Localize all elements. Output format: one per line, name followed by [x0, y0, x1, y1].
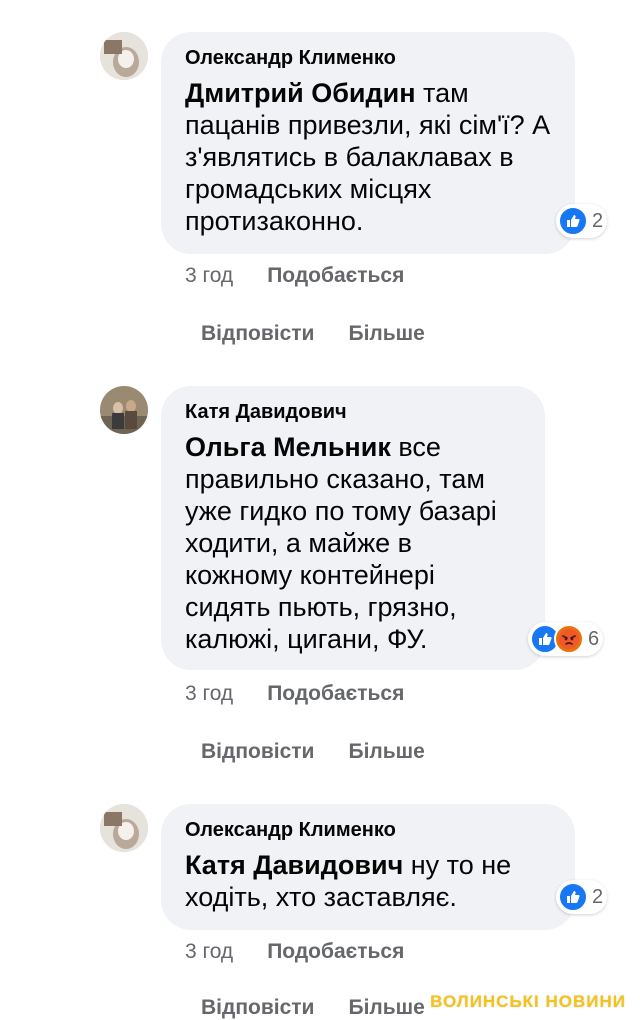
- reply-button[interactable]: Відповісти: [201, 740, 314, 764]
- comment-meta: 3 год Подобається: [185, 264, 404, 288]
- comment-body: все правильно сказано, там уже гидко по …: [185, 432, 497, 654]
- comment-actions: Відповісти Більше: [201, 996, 425, 1020]
- avatar-photo: [100, 386, 148, 434]
- like-button[interactable]: Подобається: [267, 940, 404, 964]
- reply-button[interactable]: Відповісти: [201, 322, 314, 346]
- reactions-summary[interactable]: 2: [556, 880, 608, 914]
- like-button[interactable]: Подобається: [267, 682, 404, 706]
- avatar-photo: [100, 32, 148, 80]
- mention-link[interactable]: Катя Давидович: [185, 850, 403, 880]
- comment-author[interactable]: Олександр Клименко: [185, 45, 553, 71]
- more-button[interactable]: Більше: [348, 996, 424, 1020]
- comment-actions: Відповісти Більше: [201, 322, 425, 346]
- comment-time[interactable]: 3 год: [185, 940, 233, 964]
- reactions-summary[interactable]: 2: [556, 204, 608, 238]
- comment-bubble: Катя Давидович Ольга Мельник все правиль…: [161, 386, 545, 670]
- reaction-count: 6: [588, 627, 600, 650]
- avatar[interactable]: [100, 804, 148, 852]
- mention-link[interactable]: Дмитрий Обидин: [185, 78, 416, 108]
- avatar-photo: [100, 804, 148, 852]
- comment-bubble: Олександр Клименко Катя Давидович ну то …: [161, 804, 575, 930]
- comment-time[interactable]: 3 год: [185, 682, 233, 706]
- comment-text: Дмитрий Обидин там пацанів привезли, які…: [185, 77, 553, 237]
- comment-text: Катя Давидович ну то не ходіть, хто заст…: [185, 849, 553, 913]
- like-icon: [558, 206, 588, 236]
- comment-time[interactable]: 3 год: [185, 264, 233, 288]
- like-icon: [558, 882, 588, 912]
- comment-text: Ольга Мельник все правильно сказано, там…: [185, 431, 523, 655]
- avatar[interactable]: [100, 32, 148, 80]
- more-button[interactable]: Більше: [348, 322, 424, 346]
- angry-icon: [554, 624, 584, 654]
- like-button[interactable]: Подобається: [267, 264, 404, 288]
- comment-author[interactable]: Катя Давидович: [185, 399, 523, 425]
- comment-meta: 3 год Подобається: [185, 682, 404, 706]
- comment-bubble: Олександр Клименко Дмитрий Обидин там па…: [161, 32, 575, 254]
- reaction-count: 2: [592, 885, 604, 908]
- reaction-count: 2: [592, 209, 604, 232]
- comment-actions: Відповісти Більше: [201, 740, 425, 764]
- watermark-logo: ВОЛИНСЬКІ НОВИНИ: [430, 992, 626, 1011]
- reply-button[interactable]: Відповісти: [201, 996, 314, 1020]
- more-button[interactable]: Більше: [348, 740, 424, 764]
- reactions-summary[interactable]: 6: [528, 622, 604, 656]
- comment-author[interactable]: Олександр Клименко: [185, 817, 553, 843]
- mention-link[interactable]: Ольга Мельник: [185, 432, 391, 462]
- comment-meta: 3 год Подобається: [185, 940, 404, 964]
- avatar[interactable]: [100, 386, 148, 434]
